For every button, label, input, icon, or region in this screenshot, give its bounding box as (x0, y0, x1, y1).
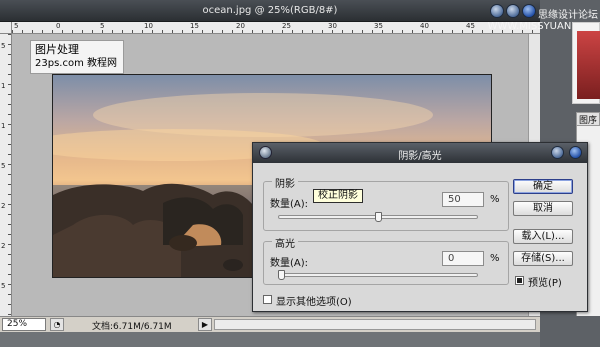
highlights-amount-slider[interactable] (278, 273, 478, 277)
ruler-tick-label: 1 (1, 122, 6, 130)
ruler-tick-label: 0 (56, 22, 61, 30)
highlights-unit: % (490, 253, 500, 264)
show-more-options-checkbox[interactable] (263, 295, 272, 304)
ruler-corner[interactable] (0, 22, 12, 34)
ruler-tick-label: 5 (1, 42, 6, 50)
ruler-tick-label: 35 (374, 22, 383, 30)
status-bar: 25% ◔ 文档:6.71M/6.71M ▶ (0, 316, 540, 332)
dialog-title: 阴影/高光 (398, 151, 442, 162)
panel-tab-layers[interactable]: 图序 (576, 112, 600, 126)
ruler-tick-label: 2 (1, 242, 6, 250)
navigator-thumbnail[interactable] (572, 22, 600, 104)
show-more-options-label[interactable]: 显示其他选项(O) (276, 293, 352, 308)
tooltip: 校正阴影 (313, 189, 363, 203)
document-size: 文档:6.71M/6.71M (92, 322, 172, 332)
ruler-tick-label: 30 (328, 22, 337, 30)
highlights-group: 高光 数量(A): 0 % (263, 235, 509, 285)
ruler-tick-label: 25 (282, 22, 291, 30)
ok-button[interactable]: 确定 (513, 179, 573, 194)
highlights-amount-input[interactable]: 0 (442, 251, 484, 266)
highlights-legend: 高光 (272, 235, 298, 250)
vertical-ruler[interactable]: 5 1 1 5 2 2 5 (0, 34, 12, 316)
shadows-unit: % (490, 194, 500, 205)
shadow-highlight-dialog: 阴影/高光 阴影 数量(A): 50 % 校正阴影 高光 数量(A): 0 % … (252, 142, 588, 312)
ruler-tick-label: 1 (1, 82, 6, 90)
preview-checkbox[interactable] (515, 276, 524, 285)
highlights-slider-thumb[interactable] (278, 270, 285, 280)
close-icon[interactable] (569, 146, 582, 159)
ruler-tick-label: 15 (190, 22, 199, 30)
shadows-group: 阴影 数量(A): 50 % (263, 175, 509, 231)
shadows-slider-thumb[interactable] (374, 212, 382, 222)
horizontal-scrollbar[interactable] (214, 319, 536, 330)
ruler-tick-label: 5 (1, 162, 6, 170)
zoom-field[interactable]: 25% (2, 318, 46, 331)
shadows-legend: 阴影 (272, 175, 298, 190)
watermark-site: 23ps.com 教程网 (35, 58, 117, 69)
ruler-tick-label: 45 (466, 22, 475, 30)
ruler-tick-label: 2 (1, 202, 6, 210)
load-button[interactable]: 载入(L)... (513, 229, 573, 244)
thumbnail-image (577, 31, 600, 99)
cancel-button[interactable]: 取消 (513, 201, 573, 216)
save-button[interactable]: 存储(S)... (513, 251, 573, 266)
ruler-tick-label: 5 (1, 282, 6, 290)
dialog-title-bar[interactable]: 阴影/高光 (253, 143, 587, 163)
ruler-tick-label: 10 (144, 22, 153, 30)
watermark-title: 图片处理 (35, 43, 79, 56)
ruler-tick-label: 40 (420, 22, 429, 30)
ruler-tick-label: 5 (100, 22, 105, 30)
horizontal-ruler[interactable]: 5 0 5 10 15 20 25 30 35 40 45 (12, 22, 540, 34)
ruler-tick-label: 5 (14, 22, 19, 30)
collapse-icon[interactable] (551, 146, 564, 159)
watermark-box: 图片处理 23ps.com 教程网 (30, 40, 124, 74)
shadows-amount-label: 数量(A): (270, 199, 309, 210)
ruler-tick-label: 20 (236, 22, 245, 30)
shadows-amount-input[interactable]: 50 (442, 192, 484, 207)
status-menu-arrow-icon[interactable]: ▶ (198, 318, 212, 331)
zoom-menu-icon[interactable]: ◔ (50, 318, 64, 331)
site-banner: 思缘设计论坛 WWW.MISSYUAN.COM (487, 10, 598, 32)
preview-label[interactable]: 预览(P) (528, 274, 562, 289)
highlights-amount-label: 数量(A): (270, 258, 309, 269)
